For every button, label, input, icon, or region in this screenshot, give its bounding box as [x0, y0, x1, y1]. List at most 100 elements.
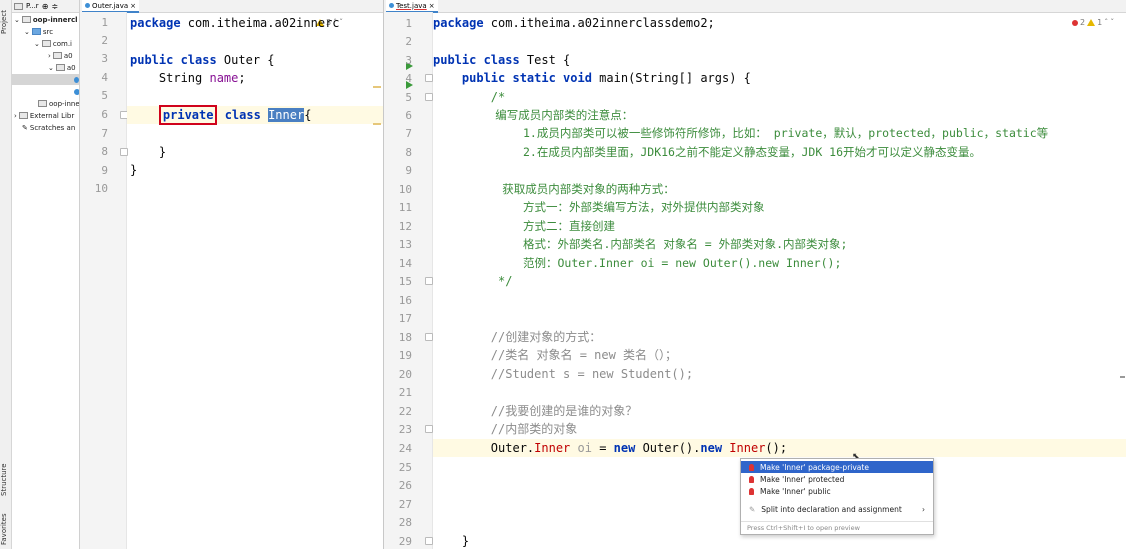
- line-number: 26: [398, 479, 412, 492]
- chevron-down-icon[interactable]: ⌄: [48, 64, 54, 72]
- tree-item-scratches[interactable]: ✎ Scratches an: [22, 122, 75, 133]
- fold-marker-icon[interactable]: [425, 93, 433, 101]
- comment-line-6[interactable]: 编写成员内部类的注意点：: [433, 106, 633, 124]
- tree-item-label: com.i: [52, 39, 72, 48]
- comment-line-15[interactable]: */: [433, 272, 512, 290]
- fold-marker-icon[interactable]: [425, 333, 433, 341]
- structure-tool-tab[interactable]: Structure: [0, 460, 11, 500]
- comment-line-22[interactable]: //我要创建的是谁的对象？: [433, 402, 637, 420]
- fold-marker-icon[interactable]: [425, 537, 433, 545]
- package-icon: [41, 40, 51, 47]
- keyword: class: [217, 108, 269, 122]
- comment-line-19[interactable]: //类名 对象名 = new 类名（）；: [433, 346, 677, 364]
- line-number: 3: [101, 52, 108, 65]
- chevron-up-icon[interactable]: ˆ: [1104, 18, 1108, 27]
- error-token: Inner: [534, 441, 571, 455]
- line-number: 23: [398, 423, 412, 436]
- module-file-icon: [38, 100, 47, 107]
- tree-item-module-file[interactable]: oop-inne: [38, 98, 79, 109]
- code-line-3[interactable]: public class Test {: [433, 51, 570, 69]
- tree-item-project-root[interactable]: ⌄ oop-innercl: [14, 14, 78, 25]
- fix-make-protected[interactable]: Make 'Inner' protected: [741, 473, 933, 485]
- fold-marker-icon[interactable]: [120, 148, 128, 156]
- line-number: 28: [398, 516, 412, 529]
- code-line-1[interactable]: package com.itheima.a02innerc: [130, 14, 340, 32]
- code-line-6[interactable]: private class Inner{: [130, 105, 311, 125]
- tree-item-label: Scratches an: [29, 123, 76, 132]
- comment-line-11[interactable]: 方式一：外部类编写方法，对外提供内部类对象: [433, 198, 765, 216]
- comment-line-8[interactable]: 2.在成员内部类里面，JDK16之前不能定义静态变量，JDK 16开始才可以定义…: [433, 143, 981, 161]
- chevron-down-icon[interactable]: ˇ: [1110, 18, 1114, 27]
- target-icon[interactable]: ⊕: [42, 2, 49, 11]
- close-icon[interactable]: ×: [130, 2, 136, 10]
- line-number: 27: [398, 498, 412, 511]
- unused-variable: oi: [577, 441, 592, 455]
- error-bulb-icon: [749, 463, 754, 471]
- project-panel: P...r ⊕ ≑ ⌄ oop-innercl ⌄ src ⌄ com.i › a0 ⌄…: [12, 0, 80, 549]
- line-number-gutter: 1 2 3 4 5 6 7 8 9 10: [80, 12, 128, 549]
- code-line-4[interactable]: String name;: [130, 69, 246, 87]
- inspection-widget[interactable]: 2 1 ˆ ˇ: [1072, 18, 1114, 27]
- comment-line-13[interactable]: 格式：外部类名.内部类名 对象名 = 外部类对象.内部类对象;: [433, 235, 847, 253]
- warning-icon: [1087, 19, 1096, 26]
- code-text: Outer().: [635, 441, 701, 455]
- line-number: 15: [398, 275, 412, 288]
- fix-make-public[interactable]: Make 'Inner' public: [741, 485, 933, 497]
- close-icon[interactable]: ×: [429, 2, 435, 10]
- tree-item-outer-class[interactable]: [12, 74, 79, 85]
- project-panel-title[interactable]: P...r: [26, 2, 39, 10]
- collapse-icon[interactable]: ≑: [51, 2, 58, 11]
- code-line-1[interactable]: package com.itheima.a02innerclassdemo2;: [433, 14, 715, 32]
- line-number: 3: [405, 54, 412, 67]
- menu-item-label: Make 'Inner' package-private: [760, 462, 869, 472]
- intention-split-declaration[interactable]: ✎ Split into declaration and assignment …: [741, 503, 933, 515]
- folder-icon: [21, 16, 31, 23]
- error-bulb-icon: [749, 487, 754, 495]
- chevron-down-icon[interactable]: ⌄: [14, 16, 20, 24]
- line-number: 9: [405, 164, 412, 177]
- comment-line-10[interactable]: 获取成员内部类对象的两种方式：: [433, 180, 675, 198]
- favorites-tool-tab[interactable]: Favorites: [0, 510, 11, 548]
- line-number: 13: [398, 238, 412, 251]
- comment-line-7[interactable]: 1.成员内部类可以被一些修饰符所修饰，比如： private，默认，protec…: [433, 124, 1048, 142]
- line-number: 22: [398, 405, 412, 418]
- error-icon: [1072, 19, 1078, 26]
- chevron-down-icon[interactable]: ⌄: [24, 28, 30, 36]
- chevron-down-icon[interactable]: ⌄: [34, 40, 40, 48]
- package-icon: [52, 52, 62, 59]
- fold-marker-icon[interactable]: [425, 74, 433, 82]
- code-text: ;: [238, 71, 246, 85]
- comment-line-12[interactable]: 方式二：直接创建: [433, 217, 615, 235]
- tree-item-a02[interactable]: ⌄ a0: [48, 62, 76, 73]
- intention-icon: ✎: [749, 504, 756, 514]
- chevron-right-icon[interactable]: ›: [48, 52, 51, 60]
- code-line-8[interactable]: }: [130, 143, 166, 161]
- chevron-down-icon[interactable]: ˇ: [339, 18, 343, 27]
- code-line-9[interactable]: }: [130, 161, 137, 179]
- fold-marker-icon[interactable]: [425, 425, 433, 433]
- line-number: 5: [405, 91, 412, 104]
- comment-line-5[interactable]: /*: [433, 88, 505, 106]
- comment-line-14[interactable]: 范例：Outer.Inner oi = new Outer().new Inne…: [433, 254, 841, 272]
- chevron-right-icon[interactable]: ›: [14, 112, 17, 120]
- project-tool-tab[interactable]: Project: [0, 2, 11, 42]
- menu-item-label: Make 'Inner' protected: [760, 474, 845, 484]
- code-line-29[interactable]: }: [433, 532, 469, 549]
- line-number: 29: [398, 535, 412, 548]
- tree-item-package[interactable]: ⌄ com.i: [34, 38, 72, 49]
- tree-item-a01[interactable]: › a0: [48, 50, 73, 61]
- chevron-right-icon[interactable]: ›: [922, 505, 925, 514]
- comment-line-23[interactable]: //内部类的对象: [433, 420, 577, 438]
- code-line-3[interactable]: public class Outer {: [130, 51, 275, 69]
- line-number: 1: [101, 16, 108, 29]
- fold-marker-icon[interactable]: [425, 277, 433, 285]
- comment-line-20[interactable]: //Student s = new Student();: [433, 365, 693, 383]
- line-number: 12: [398, 220, 412, 233]
- code-line-24[interactable]: Outer.Inner oi = new Outer().new Inner()…: [433, 439, 787, 457]
- tree-item-src[interactable]: ⌄ src: [24, 26, 53, 37]
- tree-item-external-libraries[interactable]: › External Libr: [14, 110, 74, 121]
- code-line-4[interactable]: public static void main(String[] args) {: [433, 69, 751, 87]
- fix-make-package-private[interactable]: Make 'Inner' package-private: [741, 461, 933, 473]
- comment-line-18[interactable]: //创建对象的方式：: [433, 328, 601, 346]
